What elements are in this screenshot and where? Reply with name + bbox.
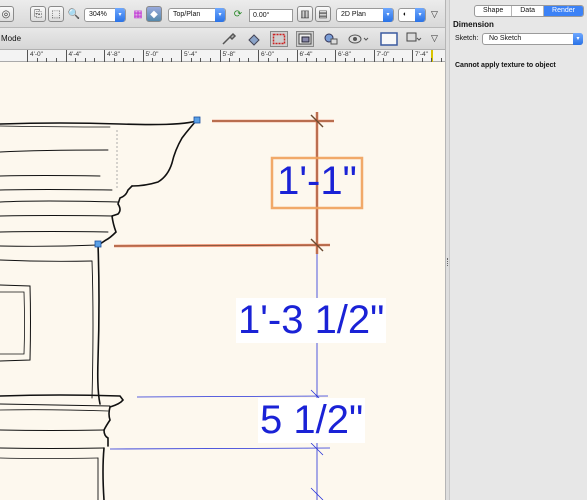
dimension-label[interactable]: 5 1/2" [258,398,366,443]
ruler-tick [335,50,336,62]
texture-frame-icon[interactable] [270,31,288,47]
splitter-grip [447,258,448,266]
object-info-panel: Shape Data Render Dimension Sketch: No S… [450,0,587,500]
flyover-icon[interactable]: ⬚ [48,6,64,22]
sketch-value: No Sketch [489,35,522,42]
ruler-label: 6'-8" [338,51,351,58]
ruler-tick [373,50,375,62]
tool-overflow-chevron-icon[interactable]: ▽ [431,33,438,44]
ruler-label: 6'-4" [299,51,313,58]
zoom-select[interactable]: 304% ▾ [84,8,126,22]
ruler-tick [65,50,67,62]
ruler-label: 4'-0" [30,51,43,58]
snap-icon[interactable]: ▥ [297,6,313,22]
page-icon[interactable]: ▤ [315,6,331,22]
ruler-label: 5'-4" [184,51,197,58]
projection-icon[interactable]: ◆ [146,6,162,22]
view-select[interactable]: Top/Plan ▾ [168,8,226,22]
ruler-label: 5'-0" [145,51,159,58]
rotation-value: 0.00° [253,12,270,19]
texture-message: Cannot apply texture to object [455,62,556,69]
layer-icon[interactable]: ▦ [130,6,146,22]
view-value: Top/Plan [173,11,201,18]
render-mode-select[interactable]: 2D Plan ▾ [336,8,394,22]
rotate-plan-icon[interactable]: ⟳ [230,6,246,22]
mode-label: Mode [1,34,22,43]
dimension-label-selected[interactable]: 1'-1" [272,159,362,204]
lighting-select[interactable]: ◐ ▾ [398,8,426,22]
chevron-down-icon: ▾ [215,8,225,22]
material-icon[interactable] [322,31,340,47]
settings-icon[interactable] [404,31,424,47]
ruler-tick [27,50,28,62]
paint-bucket-icon[interactable] [245,31,263,47]
view-dropdown-icon[interactable]: ◎ [0,6,14,22]
ruler-tick [296,50,298,62]
ruler-tick [258,50,259,62]
chevron-down-icon: ▾ [573,33,583,45]
ruler-tick [412,50,413,62]
selection-handle[interactable] [193,116,201,124]
rect-view-icon[interactable] [378,31,400,47]
rotation-field[interactable]: 0.00° [249,9,293,22]
drawing-svg [0,112,364,500]
ruler-label: 7'-4" [415,51,428,58]
render-mode-value: 2D Plan [341,11,366,18]
tab-data[interactable]: Data [512,6,545,16]
ruler-tick [142,50,144,62]
view-toolbar: ◎ ⎘ ⬚ 🔍 304% ▾ ▦ ◆ Top/Plan ▾ ⟳ 0.00° ▥ … [0,0,447,28]
zoom-icon: 🔍 [67,8,81,20]
chevron-down-icon: ▾ [115,8,125,22]
tab-shape[interactable]: Shape [475,6,513,16]
eyedropper-icon[interactable] [220,31,238,47]
ruler-tick [104,50,105,62]
horizontal-ruler: 4'-0" 4'-4" 4'-8" 5'-0" 5'-4" 5'-8" 6'-0" 6'-4"… [0,50,447,62]
selection-handle[interactable] [94,240,102,248]
drawing-canvas[interactable]: 1'-1" 1'-3 1/2" 5 1/2" [0,62,445,500]
chevron-down-icon: ▾ [415,8,425,22]
ruler-label: 7'-0" [376,51,390,58]
overflow-chevron-icon[interactable]: ▽ [431,9,438,20]
tab-render[interactable]: Render [544,6,584,16]
ruler-label: 6'-0" [261,51,274,58]
save-view-icon[interactable]: ⎘ [30,6,46,22]
ruler-label: 4'-4" [68,51,82,58]
sketch-select[interactable]: No Sketch ▾ [482,33,583,45]
visibility-icon[interactable] [346,31,372,47]
ruler-label: 4'-8" [107,51,120,58]
ruler-tick [219,50,221,62]
chevron-down-icon: ▾ [383,8,393,22]
sketch-label: Sketch: [455,35,479,42]
lighting-icon: ◐ [403,11,408,18]
panel-title: Dimension [453,20,494,29]
zoom-value: 304% [89,11,107,18]
dimension-label[interactable]: 1'-3 1/2" [236,298,387,343]
ruler-label: 5'-8" [222,51,236,58]
app-window: ◎ ⎘ ⬚ 🔍 304% ▾ ▦ ◆ Top/Plan ▾ ⟳ 0.00° ▥ … [0,0,587,500]
molding-profile [0,120,197,500]
blue-dimension-lines [109,254,331,500]
ruler-tick [181,50,182,62]
panel-tabs: Shape Data Render [474,5,585,17]
attribute-mapping-icon[interactable] [296,31,314,47]
